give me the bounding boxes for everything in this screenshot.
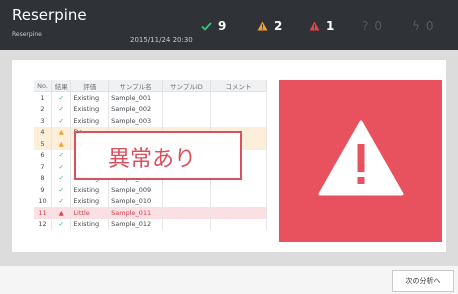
- check-icon: ✓: [51, 172, 72, 184]
- table-row[interactable]: 2 ✓ Existing Sample_002: [34, 103, 268, 115]
- row-number: 1: [34, 91, 52, 104]
- app-header: Reserpine Reserpine 2015/11/24 20:30 9 2…: [0, 0, 458, 50]
- column-header[interactable]: サンプルID: [162, 80, 211, 92]
- warning-icon: [257, 21, 268, 31]
- ok-count: 9: [218, 19, 227, 33]
- table-row[interactable]: 12 ✓ Existing Sample_012: [34, 218, 268, 230]
- table-row[interactable]: 11 ▲ Little Sample_011: [34, 207, 268, 219]
- sample-name-cell: Sample_011: [108, 207, 163, 219]
- check-icon: ✓: [51, 218, 72, 230]
- invalid-count: 0: [425, 19, 434, 33]
- evaluation-cell: Existing: [70, 184, 110, 196]
- error-count-badge: 1: [309, 16, 334, 36]
- evaluation-cell: Existing: [70, 103, 110, 115]
- check-icon: ✓: [51, 149, 72, 161]
- abnormal-label: 異常あり: [108, 147, 197, 172]
- analysis-datetime: 2015/11/24 20:30: [130, 36, 193, 44]
- sample-name-cell: Sample_012: [108, 218, 163, 230]
- invalid-count-badge: ϟ 0: [412, 16, 434, 36]
- sample-id-cell: [162, 115, 211, 127]
- sample-name-cell: Sample_003: [108, 115, 163, 127]
- comment-cell: [210, 207, 268, 219]
- check-icon: ✓: [51, 195, 72, 207]
- row-number: 10: [34, 195, 52, 207]
- comment-cell: [210, 91, 268, 104]
- check-icon: ✓: [51, 91, 72, 104]
- next-analysis-button[interactable]: 次の分析へ: [392, 270, 454, 292]
- table-row[interactable]: 9 ✓ Existing Sample_009: [34, 184, 268, 196]
- sample-name-cell: Sample_001: [108, 91, 163, 104]
- row-number: 9: [34, 184, 52, 196]
- abnormal-callout: 異常あり: [74, 131, 242, 180]
- comment-cell: [210, 103, 268, 115]
- sample-id-cell: [162, 91, 211, 104]
- check-icon: ✓: [51, 115, 72, 127]
- app-title: Reserpine: [12, 6, 87, 24]
- question-icon: ?: [362, 19, 369, 33]
- warning-count: 2: [274, 19, 283, 33]
- unknown-count: 0: [374, 19, 383, 33]
- table-row[interactable]: 10 ✓ Existing Sample_010: [34, 195, 268, 207]
- sample-name-cell: Sample_002: [108, 103, 163, 115]
- row-number: 3: [34, 115, 52, 127]
- error-icon: [309, 21, 320, 31]
- error-icon: ▲: [51, 207, 72, 219]
- column-header[interactable]: No.: [34, 80, 52, 92]
- check-icon: ✓: [51, 103, 72, 115]
- comment-cell: [210, 195, 268, 207]
- sample-name-cell: Sample_010: [108, 195, 163, 207]
- row-number: 2: [34, 103, 52, 115]
- comment-cell: [210, 115, 268, 127]
- error-count: 1: [326, 19, 335, 33]
- check-icon: ✓: [51, 161, 72, 173]
- row-number: 11: [34, 207, 52, 219]
- row-number: 8: [34, 172, 52, 184]
- alert-indicator: [279, 80, 442, 242]
- row-number: 7: [34, 161, 52, 173]
- sample-name-cell: Sample_009: [108, 184, 163, 196]
- column-header[interactable]: 評価: [70, 80, 110, 92]
- warning-icon: ▲: [51, 126, 72, 138]
- ok-count-badge: 9: [201, 16, 226, 36]
- row-number: 12: [34, 218, 52, 230]
- column-header[interactable]: 結果: [51, 80, 72, 92]
- evaluation-cell: Little: [70, 207, 110, 219]
- sample-id-cell: [162, 195, 211, 207]
- row-number: 6: [34, 149, 52, 161]
- footer-bar: [0, 266, 458, 294]
- table-row[interactable]: 3 ✓ Existing Sample_003: [34, 115, 268, 127]
- table-header: No. 結果 評価 サンプル名 サンプルID コメント: [34, 80, 268, 92]
- evaluation-cell: Existing: [70, 91, 110, 104]
- unknown-count-badge: ? 0: [362, 16, 382, 36]
- warning-icon: ▲: [51, 138, 72, 150]
- evaluation-cell: Existing: [70, 195, 110, 207]
- column-header[interactable]: サンプル名: [108, 80, 163, 92]
- warning-icon: [318, 120, 404, 196]
- check-icon: ✓: [51, 184, 72, 196]
- row-number: 4: [34, 126, 52, 138]
- evaluation-cell: Existing: [70, 218, 110, 230]
- sample-id-cell: [162, 218, 211, 230]
- table-row[interactable]: 1 ✓ Existing Sample_001: [34, 91, 268, 104]
- evaluation-cell: Existing: [70, 115, 110, 127]
- sample-id-cell: [162, 207, 211, 219]
- check-icon: [201, 21, 212, 31]
- column-header[interactable]: コメント: [210, 80, 268, 92]
- warning-count-badge: 2: [257, 16, 282, 36]
- sample-id-cell: [162, 103, 211, 115]
- app-subtitle: Reserpine: [12, 31, 42, 38]
- sample-id-cell: [162, 184, 211, 196]
- comment-cell: [210, 184, 268, 196]
- comment-cell: [210, 218, 268, 230]
- row-number: 5: [34, 138, 52, 150]
- invalid-icon: ϟ: [412, 19, 420, 33]
